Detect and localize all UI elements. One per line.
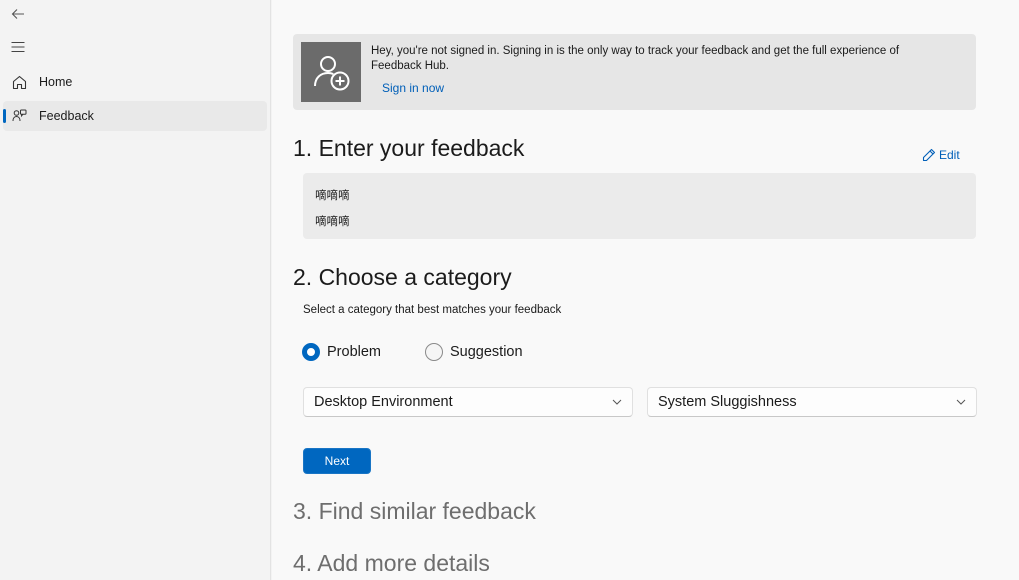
chevron-down-icon: [612, 399, 622, 405]
radio-label: Problem: [327, 344, 381, 360]
subcategory-value: System Sluggishness: [658, 394, 797, 410]
step2-title: 2. Choose a category: [293, 264, 512, 290]
hamburger-icon: [11, 41, 25, 53]
feedback-summary: 嘀嘀嘀 嘀嘀嘀: [303, 173, 976, 239]
step3-title: 3. Find similar feedback: [293, 498, 536, 524]
edit-label: Edit: [939, 148, 960, 162]
back-button[interactable]: [4, 0, 32, 28]
next-button[interactable]: Next: [303, 448, 371, 474]
sidebar: Home Feedback: [0, 0, 271, 580]
edit-button[interactable]: Edit: [922, 148, 960, 162]
chevron-down-icon: [956, 399, 966, 405]
radio-unselected-icon: [425, 343, 443, 361]
category-value: Desktop Environment: [314, 394, 453, 410]
feedback-title-text: 嘀嘀嘀: [315, 190, 350, 202]
signin-message: Hey, you're not signed in. Signing in is…: [371, 45, 900, 72]
main-content: Hey, you're not signed in. Signing in is…: [272, 0, 1019, 580]
signin-link[interactable]: Sign in now: [382, 81, 444, 95]
feedback-icon: [10, 107, 28, 125]
sidebar-item-label: Feedback: [39, 109, 94, 123]
radio-suggestion[interactable]: Suggestion: [425, 343, 523, 361]
step1-title: 1. Enter your feedback: [293, 135, 525, 161]
radio-selected-icon: [302, 343, 320, 361]
sidebar-item-label: Home: [39, 75, 73, 89]
pencil-icon: [922, 148, 936, 162]
home-icon: [10, 73, 28, 91]
back-arrow-icon: [11, 9, 24, 19]
category-dropdown[interactable]: Desktop Environment: [303, 387, 633, 417]
sidebar-item-home[interactable]: Home: [3, 67, 267, 97]
step2-subtitle: Select a category that best matches your…: [303, 304, 562, 316]
sidebar-item-feedback[interactable]: Feedback: [3, 101, 267, 131]
radio-problem[interactable]: Problem: [302, 343, 381, 361]
subcategory-dropdown[interactable]: System Sluggishness: [647, 387, 977, 417]
menu-button[interactable]: [4, 33, 32, 61]
person-add-icon: [301, 42, 361, 102]
selection-indicator: [3, 109, 6, 123]
signin-banner: Hey, you're not signed in. Signing in is…: [293, 34, 976, 110]
radio-label: Suggestion: [450, 344, 523, 360]
step4-title: 4. Add more details: [293, 550, 490, 576]
feedback-detail-text: 嘀嘀嘀: [315, 216, 350, 228]
